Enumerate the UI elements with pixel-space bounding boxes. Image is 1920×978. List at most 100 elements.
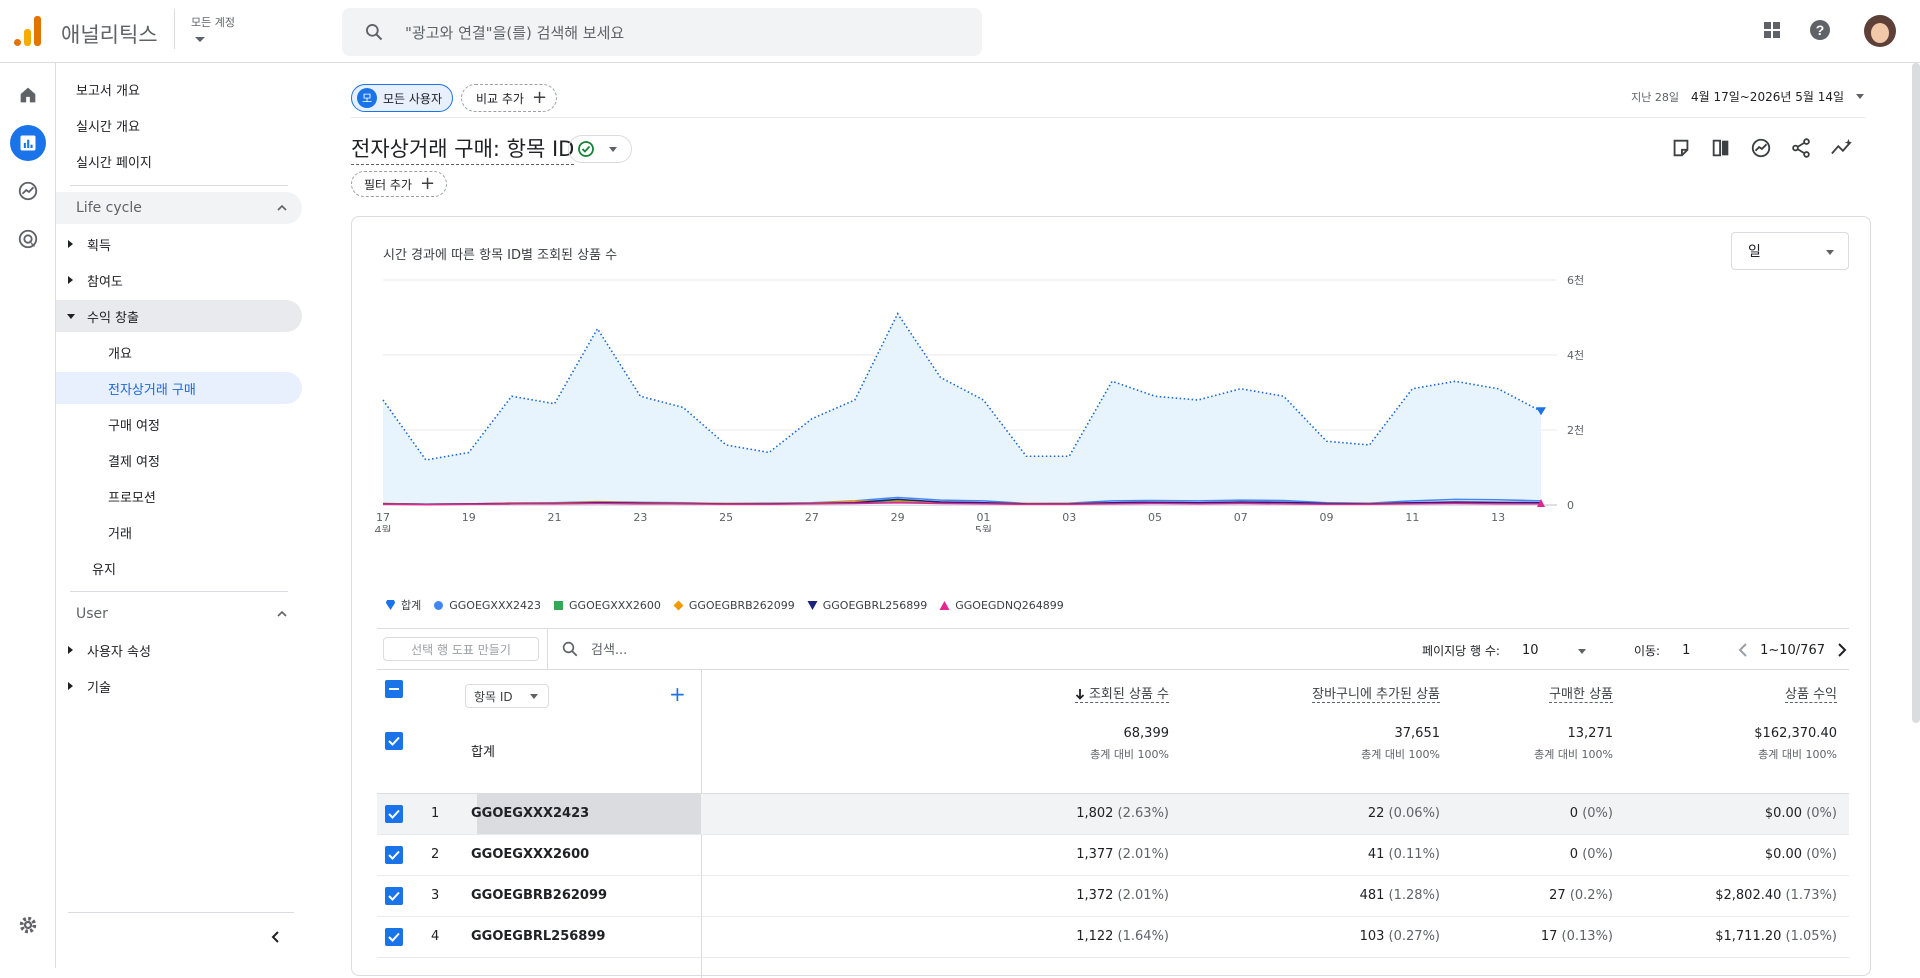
header-items-purchased[interactable]: 구매한 상품 — [1549, 683, 1613, 703]
legend-item[interactable]: GGOEGBRL256899 — [807, 599, 927, 612]
rows-per-page-select[interactable]: 10 — [1522, 643, 1586, 658]
dimension-select[interactable]: 항목 ID — [465, 684, 549, 708]
trend-icon[interactable] — [1830, 137, 1854, 159]
check-circle-icon — [578, 141, 594, 157]
row-checkbox[interactable] — [385, 805, 403, 823]
chip-label: 필터 추가 — [364, 177, 412, 192]
top-bar: 애널리틱스 모든 계정 "광고와 연결"을(를) 검색해 보세요 ? — [0, 0, 1920, 63]
report-status-button[interactable] — [568, 135, 632, 163]
x-tick-label: 13 — [1491, 511, 1505, 524]
table-search[interactable]: 검색... — [561, 639, 627, 658]
nav-engagement[interactable]: 참여도 — [56, 264, 302, 296]
search-bar[interactable]: "광고와 연결"을(를) 검색해 보세요 — [342, 8, 982, 56]
date-range-picker[interactable]: 지난 28일 4월 17일~2026년 5월 14일 — [1631, 88, 1864, 105]
main-content: 모 모든 사용자 비교 추가 + 지난 28일 4월 17일~2026년 5월 … — [306, 63, 1920, 978]
x-tick-label: 11 — [1405, 511, 1419, 524]
goto-input[interactable]: 1 — [1682, 643, 1728, 658]
account-selector[interactable]: 모든 계정 — [174, 9, 235, 49]
legend-item[interactable]: GGOEGBRB262099 — [673, 599, 795, 612]
apps-grid-icon[interactable] — [1760, 18, 1784, 42]
nav-report-overview[interactable]: 보고서 개요 — [56, 73, 302, 105]
nav-realtime-pages[interactable]: 실시간 페이지 — [56, 145, 302, 177]
collapse-icon — [67, 313, 75, 319]
chevron-left-icon[interactable] — [1736, 642, 1750, 658]
explore-icon[interactable] — [10, 173, 46, 209]
item-id[interactable]: GGOEGXXX2600 — [471, 847, 589, 862]
nav-monetization-overview[interactable]: 개요 — [56, 336, 302, 368]
legend-item[interactable]: GGOEGXXX2423 — [433, 599, 541, 612]
legend-marker-icon — [673, 600, 684, 610]
legend-item[interactable]: GGOEGDNQ264899 — [939, 599, 1064, 612]
plot-rows-button[interactable]: 선택 행 도표 만들기 — [383, 637, 539, 661]
nav-tech[interactable]: 기술 — [56, 670, 302, 702]
compare-columns-icon[interactable] — [1710, 137, 1732, 159]
nav-user-attributes[interactable]: 사용자 속성 — [56, 634, 302, 666]
item-id[interactable]: GGOEGBRL256899 — [471, 929, 605, 944]
item-id[interactable]: GGOEGXXX2423 — [471, 806, 589, 821]
nav-promotions[interactable]: 프로모션 — [56, 480, 302, 512]
avatar[interactable] — [1864, 15, 1896, 47]
add-comparison-button[interactable]: 비교 추가 + — [461, 84, 557, 112]
x-tick-label: 19 — [462, 511, 476, 524]
table-toolbar: 선택 행 도표 만들기 검색... 페이지당 행 수: 10 이동: 1 1~1… — [377, 628, 1849, 670]
row-number: 1 — [431, 806, 440, 821]
row-checkbox[interactable] — [385, 928, 403, 946]
nav-label: 기술 — [87, 680, 111, 696]
nav-acquisition[interactable]: 획득 — [56, 228, 302, 260]
home-icon[interactable] — [10, 77, 46, 113]
date-prefix: 지난 28일 — [1631, 90, 1679, 104]
legend-item[interactable]: GGOEGXXX2600 — [553, 599, 661, 612]
help-icon[interactable]: ? — [1808, 18, 1832, 42]
metric-cell: 1,122 (1.64%) — [1076, 929, 1169, 944]
table-row[interactable]: 3 GGOEGBRB262099 1,372 (2.01%) 481 (1.28%)… — [377, 876, 1849, 917]
table-row[interactable]: 2 GGOEGXXX2600 1,377 (2.01%) 41 (0.11%) 0 (… — [377, 835, 1849, 876]
nav-section-lifecycle[interactable]: Life cycle — [56, 192, 302, 224]
settings-icon[interactable] — [10, 907, 46, 943]
table-row[interactable]: 4 GGOEGBRL256899 1,122 (1.64%) 103 (0.27%)… — [377, 917, 1849, 958]
nav-section-user[interactable]: User — [56, 598, 302, 630]
advertising-icon[interactable] — [10, 221, 46, 257]
legend-label: GGOEGBRB262099 — [688, 598, 795, 612]
insights-icon[interactable] — [1750, 137, 1772, 159]
all-users-chip[interactable]: 모 모든 사용자 — [351, 84, 453, 112]
chip-label: 비교 추가 — [476, 91, 524, 106]
share-icon[interactable] — [1790, 137, 1812, 159]
granularity-select[interactable]: 일 — [1731, 232, 1849, 270]
nav-retention[interactable]: 유지 — [56, 552, 302, 584]
metric-cell: $2,802.40 (1.73%) — [1715, 888, 1837, 903]
account-label: 모든 계정 — [191, 16, 235, 29]
add-dimension-button[interactable]: + — [669, 682, 686, 706]
pagination: 페이지당 행 수: 10 이동: 1 1~10/767 — [1422, 641, 1849, 659]
collapse-nav-icon[interactable] — [268, 929, 284, 945]
nav-monetization[interactable]: 수익 창출 — [56, 300, 302, 332]
add-filter-button[interactable]: 필터 추가 + — [351, 171, 447, 197]
legend-item[interactable]: 합계 — [385, 597, 421, 613]
chip-label: 모든 사용자 — [383, 91, 443, 106]
nav-transactions[interactable]: 거래 — [56, 516, 302, 548]
item-id[interactable]: GGOEGBRB262099 — [471, 888, 607, 903]
metric-cell: 27 (0.2%) — [1549, 888, 1613, 903]
row-checkbox[interactable] — [385, 846, 403, 864]
x-tick-label: 17 — [376, 511, 390, 524]
select-all-checkbox[interactable] — [385, 680, 403, 698]
header-item-revenue[interactable]: 상품 수익 — [1785, 683, 1837, 703]
row-checkbox[interactable] — [385, 887, 403, 905]
chevron-right-icon[interactable] — [1835, 642, 1849, 658]
line-chart[interactable]: 6천 4천 2천 0 17 19 21 23 25 27 29 01 03 05 07 09 11 13 4월 5월 — [352, 272, 1872, 532]
page-title[interactable]: 전자상거래 구매: 항목 ID — [351, 133, 575, 165]
header-items-viewed[interactable]: 조회된 상품 수 — [1074, 683, 1169, 703]
analytics-logo[interactable] — [14, 16, 42, 46]
nav-purchase-journey[interactable]: 구매 여정 — [56, 408, 302, 440]
total-items-added-to-cart: 37,651 총계 대비 100% — [1361, 726, 1440, 761]
page-scrollbar[interactable] — [1912, 63, 1920, 723]
nav-checkout-journey[interactable]: 결제 여정 — [56, 444, 302, 476]
nav-realtime-overview[interactable]: 실시간 개요 — [56, 109, 302, 141]
legend-marker-icon — [939, 600, 950, 610]
chevron-up-icon — [277, 610, 287, 617]
nav-ecommerce-purchases[interactable]: 전자상거래 구매 — [56, 372, 302, 404]
header-items-added-to-cart[interactable]: 장바구니에 추가된 상품 — [1312, 683, 1440, 703]
reports-icon[interactable] — [10, 125, 46, 161]
totals-checkbox[interactable] — [385, 732, 403, 750]
note-icon[interactable] — [1670, 137, 1692, 159]
table-row[interactable]: 1 GGOEGXXX2423 1,802 (2.63%) 22 (0.06%) 0 (… — [377, 794, 1849, 835]
